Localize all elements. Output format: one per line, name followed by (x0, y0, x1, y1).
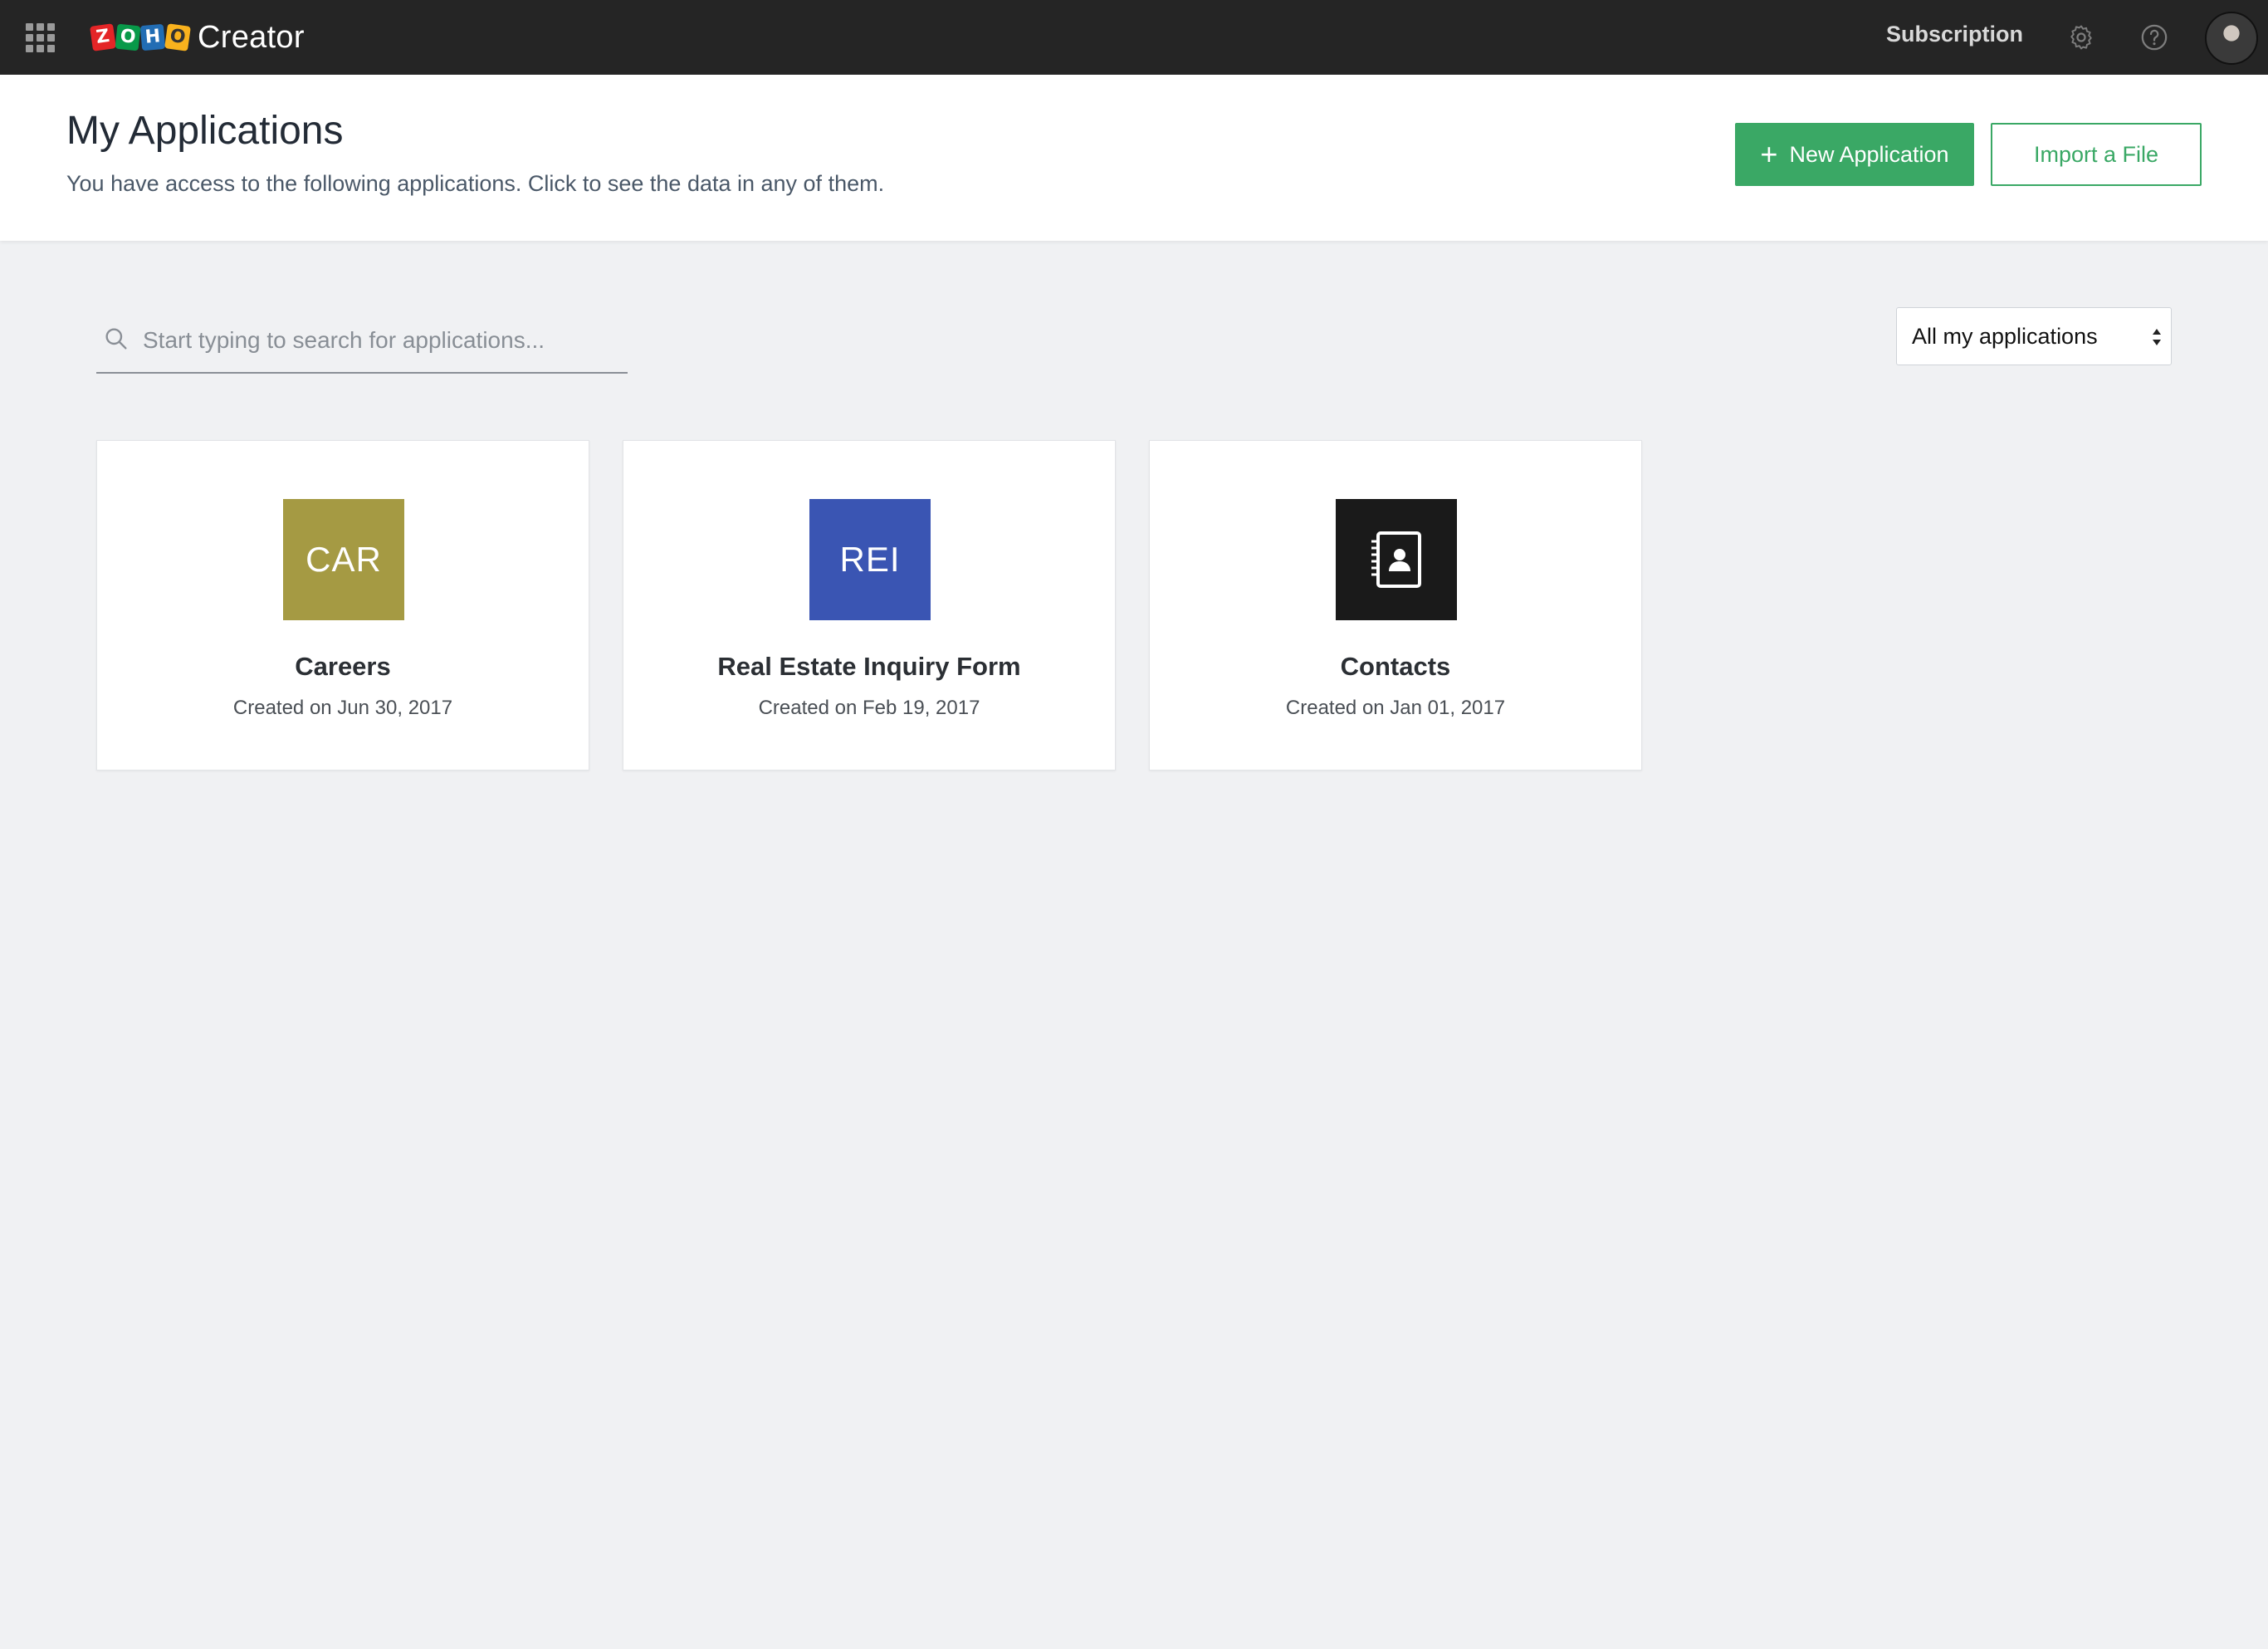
new-application-label: New Application (1789, 141, 1949, 167)
zoho-logo-letter: O (115, 23, 141, 51)
zoho-creator-logo[interactable]: Z O H O Creator (90, 17, 305, 58)
app-created-date: Created on Feb 19, 2017 (758, 697, 980, 719)
zoho-logo-mark: Z O H O (90, 23, 191, 51)
application-filter-select[interactable]: All my applications (1896, 307, 2172, 365)
user-avatar[interactable] (2205, 12, 2258, 65)
help-icon[interactable] (2140, 23, 2168, 51)
app-launcher-grid-icon[interactable] (26, 23, 55, 52)
app-created-date: Created on Jan 01, 2017 (1285, 697, 1506, 719)
search-input[interactable] (141, 321, 614, 360)
zoho-logo-letter: O (164, 23, 191, 51)
import-file-button[interactable]: Import a File (1991, 123, 2202, 186)
product-name: Creator (198, 19, 305, 55)
select-arrows-icon (2153, 329, 2161, 345)
app-icon-contacts (1336, 499, 1457, 620)
top-bar: Z O H O Creator Subscription (0, 0, 2268, 75)
app-icon-text: CAR (305, 540, 382, 579)
contact-book-icon (1371, 531, 1421, 588)
page-subtitle: You have access to the following applica… (66, 171, 885, 196)
app-name: Contacts (1340, 652, 1451, 681)
page-header: My Applications You have access to the f… (0, 75, 2268, 241)
plus-icon: + (1760, 137, 1778, 171)
page-title: My Applications (66, 109, 344, 153)
gear-icon[interactable] (2067, 23, 2095, 51)
filter-selected-value: All my applications (1912, 324, 2098, 349)
search-icon (105, 328, 127, 350)
app-created-date: Created on Jun 30, 2017 (232, 697, 453, 719)
app-icon-text: REI (839, 540, 901, 579)
app-name: Careers (295, 652, 391, 681)
search-bar (96, 314, 628, 374)
zoho-logo-letter: Z (90, 23, 116, 51)
app-icon-real-estate: REI (809, 499, 931, 620)
app-name: Real Estate Inquiry Form (717, 652, 1021, 681)
zoho-logo-letter: H (139, 23, 166, 51)
new-application-button[interactable]: + New Application (1735, 123, 1974, 186)
app-card-careers[interactable]: CAR Careers Created on Jun 30, 2017 (96, 440, 589, 771)
app-card-real-estate-inquiry-form[interactable]: REI Real Estate Inquiry Form Created on … (623, 440, 1116, 771)
app-card-contacts[interactable]: Contacts Created on Jan 01, 2017 (1149, 440, 1642, 771)
subscription-link[interactable]: Subscription (1886, 22, 2023, 47)
app-icon-careers: CAR (283, 499, 404, 620)
